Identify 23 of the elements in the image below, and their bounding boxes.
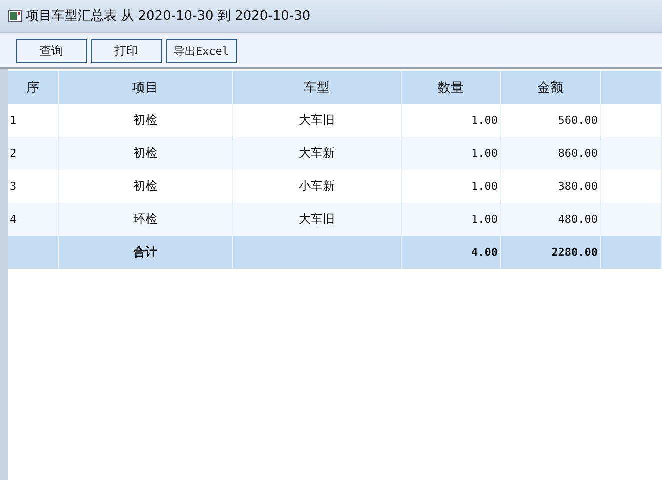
table-cell: 480.00 — [500, 203, 600, 236]
toolbar-button[interactable]: 查询 — [16, 39, 87, 63]
table-cell: 大车旧 — [232, 203, 402, 236]
toolbar-button[interactable]: 导出Excel — [166, 39, 237, 63]
toolbar-button[interactable]: 打印 — [91, 39, 162, 63]
table-cell: 2 — [8, 137, 58, 170]
window-title: 项目车型汇总表 从 2020-10-30 到 2020-10-30 — [26, 8, 311, 25]
table-cell: 大车新 — [232, 137, 402, 170]
column-header: 序 — [8, 71, 58, 104]
window-icon — [8, 10, 22, 22]
total-amount: 2280.00 — [500, 236, 600, 269]
total-quantity: 4.00 — [402, 236, 500, 269]
table-cell: 1.00 — [402, 137, 500, 170]
table-cell: 860.00 — [500, 137, 600, 170]
column-header: 数量 — [402, 71, 500, 104]
table-cell: 4 — [8, 203, 58, 236]
column-header: 车型 — [232, 71, 402, 104]
table-cell: 初检 — [58, 137, 232, 170]
table-cell: 1.00 — [402, 203, 500, 236]
column-header: 金额 — [500, 71, 600, 104]
column-header: 项目 — [58, 71, 232, 104]
total-label: 合计 — [58, 236, 232, 269]
table-cell: 环检 — [58, 203, 232, 236]
